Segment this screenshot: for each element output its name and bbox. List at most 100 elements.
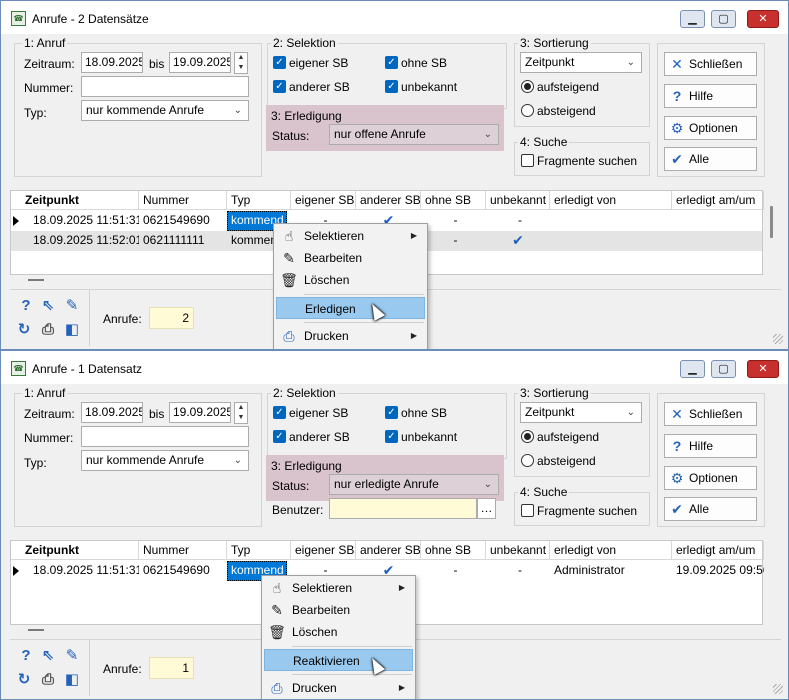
date-from-field[interactable]: 18.09.2025	[81, 402, 143, 423]
print-icon[interactable]: ⎙	[39, 321, 57, 339]
col-erledigt-am[interactable]: erledigt am/um	[672, 541, 764, 560]
menu-item-selektieren[interactable]: ☝ Selektieren ▶	[264, 577, 413, 599]
alle-button[interactable]: ✔ Alle	[664, 497, 757, 521]
pencil-icon[interactable]: ✎	[63, 297, 81, 315]
alle-button[interactable]: ✔ Alle	[664, 147, 757, 171]
eigener-sb-checkbox[interactable]: ✓	[273, 56, 286, 69]
status-select[interactable]: nur offene Anrufe ⌄	[329, 124, 499, 145]
benutzer-input[interactable]	[329, 498, 477, 519]
help-icon[interactable]: ?	[17, 297, 35, 315]
col-zeitpunkt[interactable]: Zeitpunkt	[21, 541, 139, 560]
pointer-icon[interactable]: ⇖	[39, 297, 57, 315]
title-bar[interactable]: ☎ Anrufe - 1 Datensatz ▁ ▢ ✕	[1, 351, 788, 384]
selektion-group-title: 2: Selektion	[271, 386, 338, 400]
menu-item-bearbeiten[interactable]: ✎ Bearbeiten	[264, 599, 413, 621]
ohne-sb-checkbox[interactable]: ✓	[385, 56, 398, 69]
col-anderer-sb[interactable]: anderer SB	[356, 191, 421, 210]
menu-item-erledigen[interactable]: Erledigen	[276, 297, 425, 319]
col-nummer[interactable]: Nummer	[139, 191, 227, 210]
absteigend-radio[interactable]	[521, 454, 534, 467]
status-select[interactable]: nur erledigte Anrufe ⌄	[329, 474, 499, 495]
typ-select[interactable]: nur kommende Anrufe ⌄	[81, 450, 249, 471]
minimize-button[interactable]: ▁	[680, 10, 705, 28]
menu-item-reaktivieren[interactable]: Reaktivieren	[264, 649, 413, 671]
pointer-icon[interactable]: ⇖	[39, 647, 57, 665]
hilfe-button[interactable]: ? Hilfe	[664, 84, 757, 108]
schliessen-button[interactable]: ✕ Schließen	[664, 402, 757, 426]
menu-item-loeschen[interactable]: 🗑 Löschen	[276, 269, 425, 291]
chevron-down-icon[interactable]: ▼	[235, 63, 247, 73]
minimize-button[interactable]: ▁	[680, 360, 705, 378]
eigener-sb-checkbox[interactable]: ✓	[273, 406, 286, 419]
date-spinner[interactable]: ▲ ▼	[234, 52, 248, 74]
resize-grip[interactable]	[773, 334, 783, 344]
pencil-icon: ✎	[271, 602, 283, 618]
maximize-button[interactable]: ▢	[711, 10, 736, 28]
menu-item-selektieren[interactable]: ☝ Selektieren ▶	[276, 225, 425, 247]
col-ohne-sb[interactable]: ohne SB	[421, 191, 486, 210]
ohne-sb-checkbox[interactable]: ✓	[385, 406, 398, 419]
chevron-down-icon[interactable]: ▼	[235, 413, 247, 423]
refresh-icon[interactable]: ↻	[15, 671, 33, 689]
print-icon[interactable]: ⎙	[39, 671, 57, 689]
menu-item-drucken[interactable]: ⎙ Drucken ▶	[264, 677, 413, 699]
resize-grip[interactable]	[773, 684, 783, 694]
col-erledigt-von[interactable]: erledigt von	[550, 541, 672, 560]
chevron-up-icon[interactable]: ▲	[235, 403, 247, 413]
schliessen-button[interactable]: ✕ Schließen	[664, 52, 757, 76]
grid-splitter[interactable]	[28, 279, 44, 281]
sort-select[interactable]: Zeitpunkt ⌄	[520, 402, 642, 423]
fragmente-checkbox[interactable]: ✓	[521, 154, 534, 167]
hilfe-button[interactable]: ? Hilfe	[664, 434, 757, 458]
date-to-field[interactable]: 19.09.2025	[169, 52, 231, 73]
col-erledigt-am[interactable]: erledigt am/um	[672, 191, 764, 210]
nummer-input[interactable]	[81, 76, 249, 97]
fragmente-checkbox[interactable]: ✓	[521, 504, 534, 517]
selektion-group-title: 2: Selektion	[271, 36, 338, 50]
sort-select[interactable]: Zeitpunkt ⌄	[520, 52, 642, 73]
col-typ[interactable]: Typ	[227, 191, 291, 210]
optionen-button[interactable]: ⚙ Optionen	[664, 466, 757, 490]
col-typ[interactable]: Typ	[227, 541, 291, 560]
col-zeitpunkt[interactable]: Zeitpunkt	[21, 191, 139, 210]
optionen-button[interactable]: ⚙ Optionen	[664, 116, 757, 140]
grid-scrollbar[interactable]	[770, 206, 773, 238]
menu-item-drucken[interactable]: ⎙ Drucken ▶	[276, 325, 425, 347]
office-icon[interactable]: ◧	[63, 321, 81, 339]
typ-select[interactable]: nur kommende Anrufe ⌄	[81, 100, 249, 121]
maximize-button[interactable]: ▢	[711, 360, 736, 378]
close-window-button[interactable]: ✕	[747, 10, 779, 28]
anderer-sb-checkbox[interactable]: ✓	[273, 80, 286, 93]
date-spinner[interactable]: ▲ ▼	[234, 402, 248, 424]
absteigend-radio[interactable]	[521, 104, 534, 117]
menu-item-loeschen[interactable]: 🗑 Löschen	[264, 621, 413, 643]
benutzer-browse-button[interactable]: …	[477, 498, 496, 519]
window-title: Anrufe - 2 Datensätze	[32, 12, 149, 26]
anderer-sb-checkbox[interactable]: ✓	[273, 430, 286, 443]
col-ohne-sb[interactable]: ohne SB	[421, 541, 486, 560]
title-bar[interactable]: ☎ Anrufe - 2 Datensätze ▁ ▢ ✕	[1, 1, 788, 34]
date-from-field[interactable]: 18.09.2025	[81, 52, 143, 73]
col-unbekannt[interactable]: unbekannt	[486, 541, 550, 560]
col-unbekannt[interactable]: unbekannt	[486, 191, 550, 210]
refresh-icon[interactable]: ↻	[15, 321, 33, 339]
chevron-up-icon[interactable]: ▲	[235, 53, 247, 63]
erledigung-group-title: 3: Erledigung	[271, 459, 342, 473]
col-erledigt-von[interactable]: erledigt von	[550, 191, 672, 210]
office-icon[interactable]: ◧	[63, 671, 81, 689]
unbekannt-checkbox[interactable]: ✓	[385, 80, 398, 93]
col-anderer-sb[interactable]: anderer SB	[356, 541, 421, 560]
col-eigener-sb[interactable]: eigener SB	[291, 191, 356, 210]
close-window-button[interactable]: ✕	[747, 360, 779, 378]
unbekannt-checkbox[interactable]: ✓	[385, 430, 398, 443]
grid-splitter[interactable]	[28, 629, 44, 631]
help-icon[interactable]: ?	[17, 647, 35, 665]
aufsteigend-radio[interactable]	[521, 80, 534, 93]
aufsteigend-radio[interactable]	[521, 430, 534, 443]
col-eigener-sb[interactable]: eigener SB	[291, 541, 356, 560]
pencil-icon[interactable]: ✎	[63, 647, 81, 665]
nummer-input[interactable]	[81, 426, 249, 447]
menu-item-bearbeiten[interactable]: ✎ Bearbeiten	[276, 247, 425, 269]
date-to-field[interactable]: 19.09.2025	[169, 402, 231, 423]
col-nummer[interactable]: Nummer	[139, 541, 227, 560]
